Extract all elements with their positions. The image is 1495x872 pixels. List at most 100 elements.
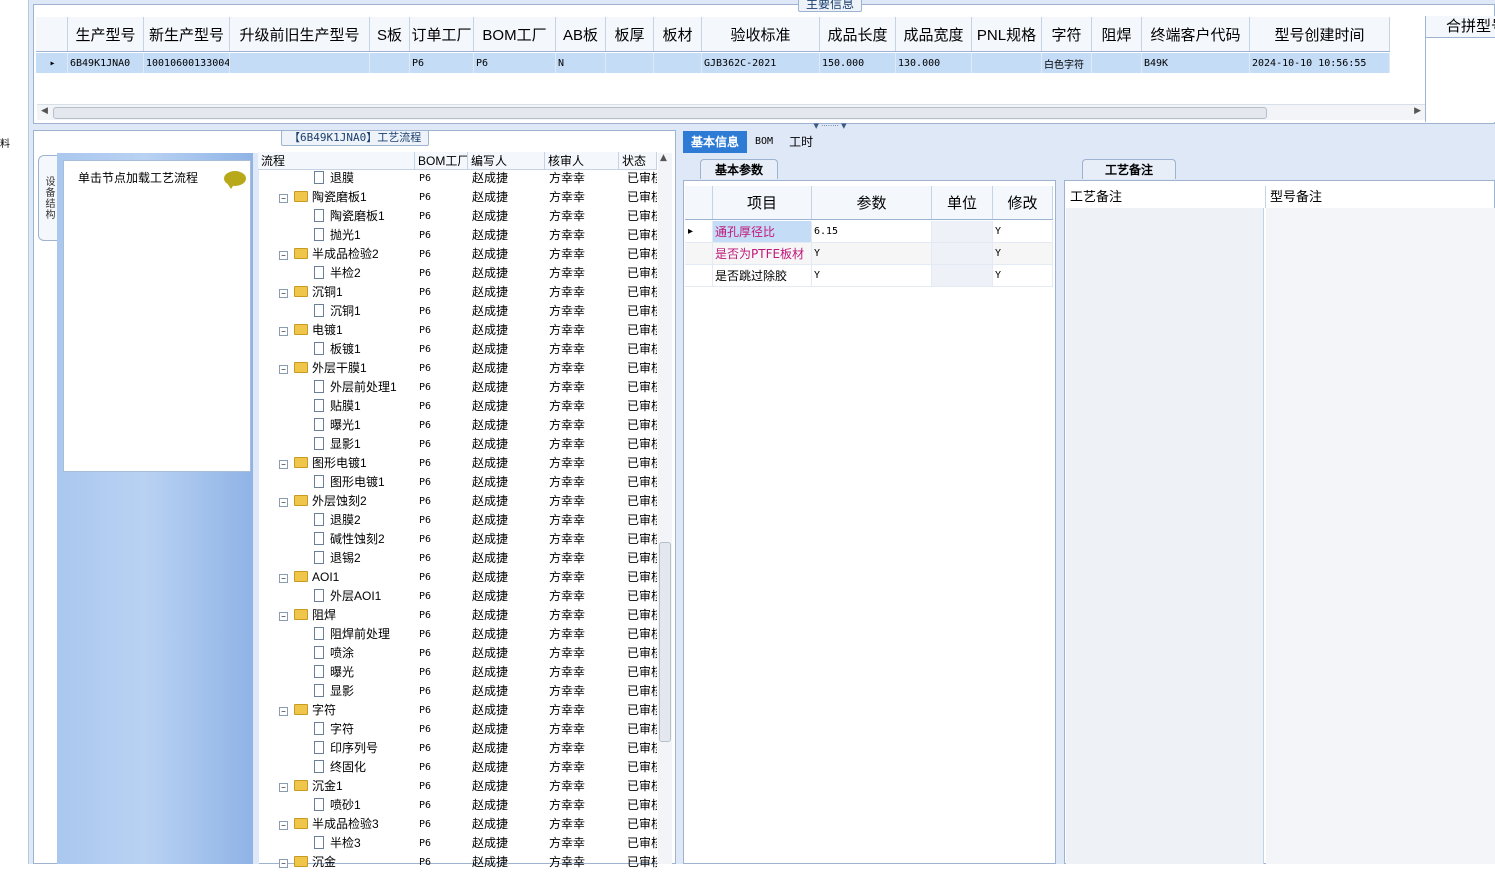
hscroll-thumb[interactable] (53, 107, 1267, 119)
main-cell[interactable]: P6 (410, 53, 474, 73)
tab-work-hours[interactable]: 工时 (781, 131, 821, 153)
flow-row[interactable]: 抛光1 P6 赵成捷 方幸幸 已审核 (258, 226, 657, 245)
collapse-icon[interactable]: − (279, 194, 288, 203)
flow-row[interactable]: 外层前处理1 P6 赵成捷 方幸幸 已审核 (258, 378, 657, 397)
flow-node[interactable]: − 外层蚀刻2 (258, 492, 415, 511)
flow-node[interactable]: − 外层干膜1 (258, 359, 415, 378)
params-cell-unit[interactable] (932, 243, 993, 264)
main-col-header[interactable]: S板 (370, 17, 410, 51)
header-corner[interactable] (36, 17, 68, 51)
flow-row[interactable]: − 半成品检验2 P6 赵成捷 方幸幸 已审核 (258, 245, 657, 264)
flow-row[interactable]: 沉铜1 P6 赵成捷 方幸幸 已审核 (258, 302, 657, 321)
main-col-header[interactable]: 字符 (1042, 17, 1092, 51)
flow-col-header[interactable]: 核审人 (545, 152, 619, 169)
flow-row[interactable]: 退膜2 P6 赵成捷 方幸幸 已审核 (258, 511, 657, 530)
flow-node[interactable]: 贴膜1 (258, 397, 415, 416)
flow-node[interactable]: 显影 (258, 682, 415, 701)
flow-node[interactable]: 喷涂 (258, 644, 415, 663)
flow-row[interactable]: − 半成品检验3 P6 赵成捷 方幸幸 已审核 (258, 815, 657, 834)
scroll-up-icon[interactable]: ▲ (660, 153, 667, 163)
main-cell[interactable]: 6B49K1JNA0 (68, 53, 144, 73)
params-row[interactable]: ▸ 通孔厚径比 6.15 Y (685, 221, 1053, 243)
params-col-header[interactable]: 参数 (812, 186, 932, 219)
flow-node[interactable]: 半检3 (258, 834, 415, 853)
flow-row[interactable]: 退膜 P6 赵成捷 方幸幸 已审核 (258, 169, 657, 188)
side-tab-equipment[interactable]: 设备结构 (38, 155, 58, 241)
flow-row[interactable]: − 沉金1 P6 赵成捷 方幸幸 已审核 (258, 777, 657, 796)
flow-node[interactable]: 喷砂1 (258, 796, 415, 815)
scroll-left-icon[interactable]: ◀ (41, 106, 48, 116)
params-cell-item[interactable]: 是否跳过除胶 (713, 265, 812, 286)
params-col-header[interactable]: 修改 (993, 186, 1053, 219)
vscroll-thumb[interactable] (659, 542, 671, 742)
flow-node[interactable]: 板镀1 (258, 340, 415, 359)
flow-row[interactable]: 印序列号 P6 赵成捷 方幸幸 已审核 (258, 739, 657, 758)
model-notes-textarea[interactable] (1266, 208, 1495, 864)
flow-node[interactable]: − 图形电镀1 (258, 454, 415, 473)
flow-row[interactable]: 显影 P6 赵成捷 方幸幸 已审核 (258, 682, 657, 701)
flow-tree-vscrollbar[interactable]: ▲ (658, 153, 672, 864)
collapse-icon[interactable]: − (279, 365, 288, 374)
main-grid-row[interactable]: ▸ 6B49K1JNA0 10010600133004 P6 P6 N GJB362C-20… (36, 53, 1390, 73)
flow-node[interactable]: − 沉金 (258, 853, 415, 872)
flow-node[interactable]: 字符 (258, 720, 415, 739)
flow-row[interactable]: 字符 P6 赵成捷 方幸幸 已审核 (258, 720, 657, 739)
flow-row[interactable]: 半检3 P6 赵成捷 方幸幸 已审核 (258, 834, 657, 853)
main-col-header[interactable]: 生产型号 (68, 17, 144, 51)
collapse-icon[interactable]: − (279, 612, 288, 621)
main-cell[interactable] (654, 53, 702, 73)
main-cell[interactable] (1092, 53, 1142, 73)
flow-node[interactable]: − 沉金1 (258, 777, 415, 796)
params-row[interactable]: 是否为PTFE板材 Y Y (685, 243, 1053, 265)
params-cell-value[interactable]: 6.15 (812, 221, 932, 242)
main-cell[interactable] (606, 53, 654, 73)
flow-node[interactable]: 阻焊前处理 (258, 625, 415, 644)
main-cell[interactable]: 2024-10-10 10:56:55 (1250, 53, 1390, 73)
flow-node[interactable]: 半检2 (258, 264, 415, 283)
collapse-icon[interactable]: − (279, 821, 288, 830)
flow-row[interactable]: −沉金 P6 赵成捷 方幸幸 已审核 (258, 853, 657, 872)
collapse-icon[interactable]: − (279, 251, 288, 260)
collapse-icon[interactable]: − (279, 783, 288, 792)
flow-node[interactable]: 显影1 (258, 435, 415, 454)
flow-node[interactable]: 退膜 (258, 169, 415, 188)
node-tree-box[interactable]: 单击节点加载工艺流程 (63, 160, 251, 472)
flow-row[interactable]: 曝光1 P6 赵成捷 方幸幸 已审核 (258, 416, 657, 435)
params-cell-value[interactable]: Y (812, 243, 932, 264)
splitter-grip-icon[interactable]: ▼ ········ ▼ (797, 123, 863, 130)
main-col-header[interactable]: 订单工厂 (410, 17, 474, 51)
flow-node[interactable]: 陶瓷磨板1 (258, 207, 415, 226)
flow-node[interactable]: 抛光1 (258, 226, 415, 245)
main-col-header[interactable]: PNL规格 (972, 17, 1042, 51)
main-col-header[interactable]: AB板 (556, 17, 606, 51)
main-col-header[interactable]: 阻焊 (1092, 17, 1142, 51)
flow-row[interactable]: 曝光 P6 赵成捷 方幸幸 已审核 (258, 663, 657, 682)
main-col-header[interactable]: 板材 (654, 17, 702, 51)
tab-basic-info[interactable]: 基本信息 (683, 131, 748, 153)
main-cell[interactable]: 150.000 (820, 53, 896, 73)
params-cell-modify[interactable]: Y (993, 243, 1053, 264)
collapse-icon[interactable]: − (279, 327, 288, 336)
main-cell[interactable]: N (556, 53, 606, 73)
process-notes-textarea[interactable] (1066, 208, 1264, 864)
flow-col-header[interactable]: BOM工厂 (415, 152, 468, 169)
flow-row[interactable]: − 外层干膜1 P6 赵成捷 方幸幸 已审核 (258, 359, 657, 378)
collapse-icon[interactable]: − (279, 289, 288, 298)
flow-node[interactable]: 外层前处理1 (258, 378, 415, 397)
flow-row[interactable]: 喷砂1 P6 赵成捷 方幸幸 已审核 (258, 796, 657, 815)
flow-node[interactable]: − 半成品检验3 (258, 815, 415, 834)
main-col-header[interactable]: 成品宽度 (896, 17, 972, 51)
params-cell-unit[interactable] (932, 221, 993, 242)
flow-row[interactable]: 阻焊前处理 P6 赵成捷 方幸幸 已审核 (258, 625, 657, 644)
main-col-header[interactable]: 升级前旧生产型号 (230, 17, 370, 51)
params-col-header[interactable]: 单位 (932, 186, 993, 219)
flow-col-header[interactable]: 编写人 (468, 152, 545, 169)
flow-node[interactable]: 图形电镀1 (258, 473, 415, 492)
params-cell-unit[interactable] (932, 265, 993, 286)
flow-node[interactable]: 曝光 (258, 663, 415, 682)
params-cell-item[interactable]: 是否为PTFE板材 (713, 243, 812, 264)
main-cell[interactable]: B49K (1142, 53, 1250, 73)
main-cell[interactable]: 10010600133004 (144, 53, 230, 73)
flow-node[interactable]: − 半成品检验2 (258, 245, 415, 264)
flow-node[interactable]: − 沉铜1 (258, 283, 415, 302)
